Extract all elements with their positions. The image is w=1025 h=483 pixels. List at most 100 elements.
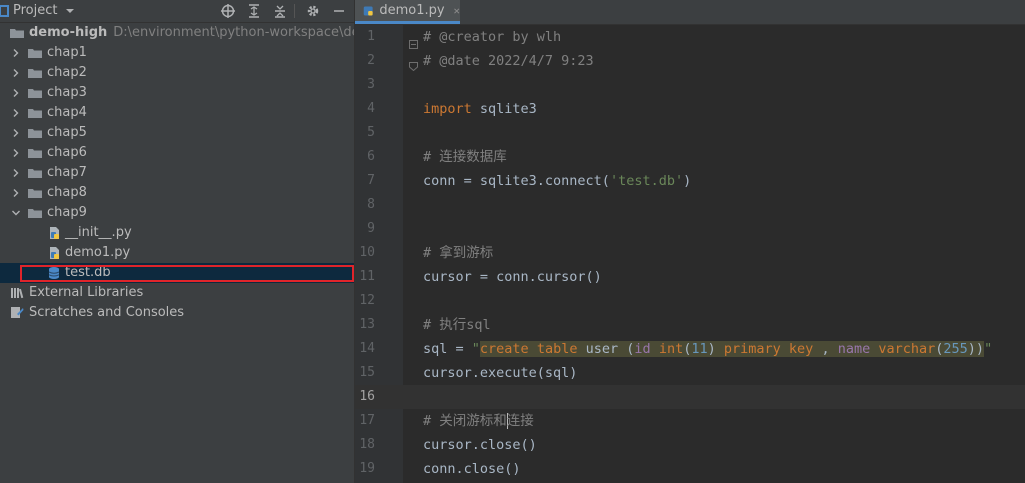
- line-number: 5: [367, 125, 375, 140]
- tree-item[interactable]: External Libraries: [0, 283, 354, 303]
- code-line[interactable]: 16: [355, 385, 1025, 409]
- code-line[interactable]: 8: [355, 193, 1025, 217]
- chevron-right-icon[interactable]: [10, 143, 22, 163]
- line-number: 2: [367, 53, 375, 68]
- line-number: 1: [367, 29, 375, 44]
- code-text: cursor.close(): [423, 437, 537, 453]
- line-number: 7: [367, 173, 375, 188]
- folder-icon: [28, 146, 42, 160]
- fold-marker-icon[interactable]: [409, 55, 418, 72]
- line-number: 6: [367, 149, 375, 164]
- folder-icon: [28, 206, 42, 220]
- line-number: 13: [359, 317, 375, 332]
- code-line[interactable]: 15 cursor.execute(sql): [355, 361, 1025, 385]
- fold-marker-icon[interactable]: [409, 33, 418, 49]
- tree-item-label: chap5: [47, 123, 87, 143]
- tree-item[interactable]: chap8: [0, 183, 354, 203]
- code-line[interactable]: 2 # @date 2022/4/7 9:23: [355, 49, 1025, 73]
- code-line[interactable]: 9: [355, 217, 1025, 241]
- code-line[interactable]: 5: [355, 121, 1025, 145]
- tree-item-label: chap8: [47, 183, 87, 203]
- line-number: 3: [367, 77, 375, 92]
- python-file-icon: [363, 6, 373, 15]
- code-line[interactable]: 12: [355, 289, 1025, 313]
- code-line[interactable]: 19 conn.close(): [355, 457, 1025, 481]
- tree-item-label: chap1: [47, 43, 87, 63]
- code-text: cursor = conn.cursor(): [423, 269, 602, 285]
- code-line[interactable]: 7 conn = sqlite3.connect('test.db'): [355, 169, 1025, 193]
- tree-item-text: chap2: [47, 65, 87, 80]
- python-file-icon: [47, 226, 61, 240]
- chevron-right-icon[interactable]: [10, 83, 22, 103]
- chevron-right-icon[interactable]: [10, 103, 22, 123]
- code-line[interactable]: 1 # @creator by wlh: [355, 25, 1025, 49]
- tree-item[interactable]: chap2: [0, 63, 354, 83]
- tree-item-text: demo-high: [29, 25, 108, 40]
- chevron-right-icon[interactable]: [10, 123, 22, 143]
- tree-item-text: External Libraries: [29, 285, 144, 300]
- tree-item-label: chap3: [47, 83, 87, 103]
- line-number: 8: [367, 197, 375, 212]
- tree-item[interactable]: chap3: [0, 83, 354, 103]
- code-line[interactable]: 11 cursor = conn.cursor(): [355, 265, 1025, 289]
- code-line[interactable]: 13 # 执行sql: [355, 313, 1025, 337]
- line-number: 18: [359, 437, 375, 452]
- tree-item-label: chap9: [47, 203, 87, 223]
- hide-icon[interactable]: [330, 2, 348, 20]
- editor-tabbar: demo1.py: [355, 0, 1025, 25]
- code-line[interactable]: 4 import sqlite3: [355, 97, 1025, 121]
- tree-item[interactable]: chap6: [0, 143, 354, 163]
- line-number: 14: [359, 341, 375, 356]
- code-text: import sqlite3: [423, 101, 537, 117]
- library-icon: [10, 286, 24, 300]
- chevron-right-icon[interactable]: [10, 183, 22, 203]
- close-icon[interactable]: [453, 6, 460, 16]
- chevron-down-icon[interactable]: [10, 203, 22, 223]
- expand-all-icon[interactable]: [245, 2, 263, 20]
- code-line[interactable]: 17 # 关闭游标和连接: [355, 409, 1025, 433]
- line-number: 16: [359, 389, 375, 404]
- code-line[interactable]: 10 # 拿到游标: [355, 241, 1025, 265]
- tree-item[interactable]: chap4: [0, 103, 354, 123]
- project-path: D:\environment\python-workspace\demo-h: [113, 25, 354, 40]
- code-line[interactable]: 18 cursor.close(): [355, 433, 1025, 457]
- chevron-right-icon[interactable]: [10, 63, 22, 83]
- tree-item-text: __init__.py: [65, 225, 132, 240]
- tree-item[interactable]: chap9: [0, 203, 354, 223]
- project-toolbar: Project: [0, 0, 354, 23]
- locate-icon[interactable]: [219, 2, 237, 20]
- tree-item[interactable]: demo1.py: [0, 243, 354, 263]
- code-text: # 连接数据库: [423, 149, 507, 165]
- collapse-all-icon[interactable]: [271, 2, 289, 20]
- tree-item[interactable]: __init__.py: [0, 223, 354, 243]
- line-number: 12: [359, 293, 375, 308]
- gear-icon[interactable]: [304, 2, 322, 20]
- selection-highlight-box: [20, 265, 354, 282]
- code-text: # 拿到游标: [423, 245, 494, 261]
- tree-item[interactable]: chap5: [0, 123, 354, 143]
- chevron-right-icon[interactable]: [10, 43, 22, 63]
- python-file-icon: [47, 246, 61, 260]
- editor-panel: demo1.py 1 # @creator by wlh 2 # @date 2022…: [355, 0, 1025, 483]
- project-view-selector[interactable]: Project: [0, 0, 75, 22]
- folder-icon: [28, 106, 42, 120]
- code-line[interactable]: 6 # 连接数据库: [355, 145, 1025, 169]
- project-panel-icon: [0, 5, 9, 17]
- tree-item-text: chap3: [47, 85, 87, 100]
- tree-item-text: chap7: [47, 165, 87, 180]
- tab-demo1[interactable]: demo1.py: [355, 0, 460, 24]
- code-line[interactable]: 14 sql = "create table user (id int(11) p…: [355, 337, 1025, 361]
- folder-icon: [28, 46, 42, 60]
- code-text: conn = sqlite3.connect('test.db'): [423, 173, 692, 189]
- folder-icon: [28, 66, 42, 80]
- tree-item[interactable]: demo-high D:\environment\python-workspace…: [0, 23, 354, 43]
- tree-item-label: demo-high D:\environment\python-workspace…: [29, 23, 354, 43]
- tree-item[interactable]: chap7: [0, 163, 354, 183]
- scratches-icon: [10, 306, 24, 320]
- tree-item-text: chap4: [47, 105, 87, 120]
- tree-item[interactable]: Scratches and Consoles: [0, 303, 354, 323]
- chevron-right-icon[interactable]: [10, 163, 22, 183]
- tree-item-label: chap7: [47, 163, 87, 183]
- tree-item[interactable]: chap1: [0, 43, 354, 63]
- code-line[interactable]: 3: [355, 73, 1025, 97]
